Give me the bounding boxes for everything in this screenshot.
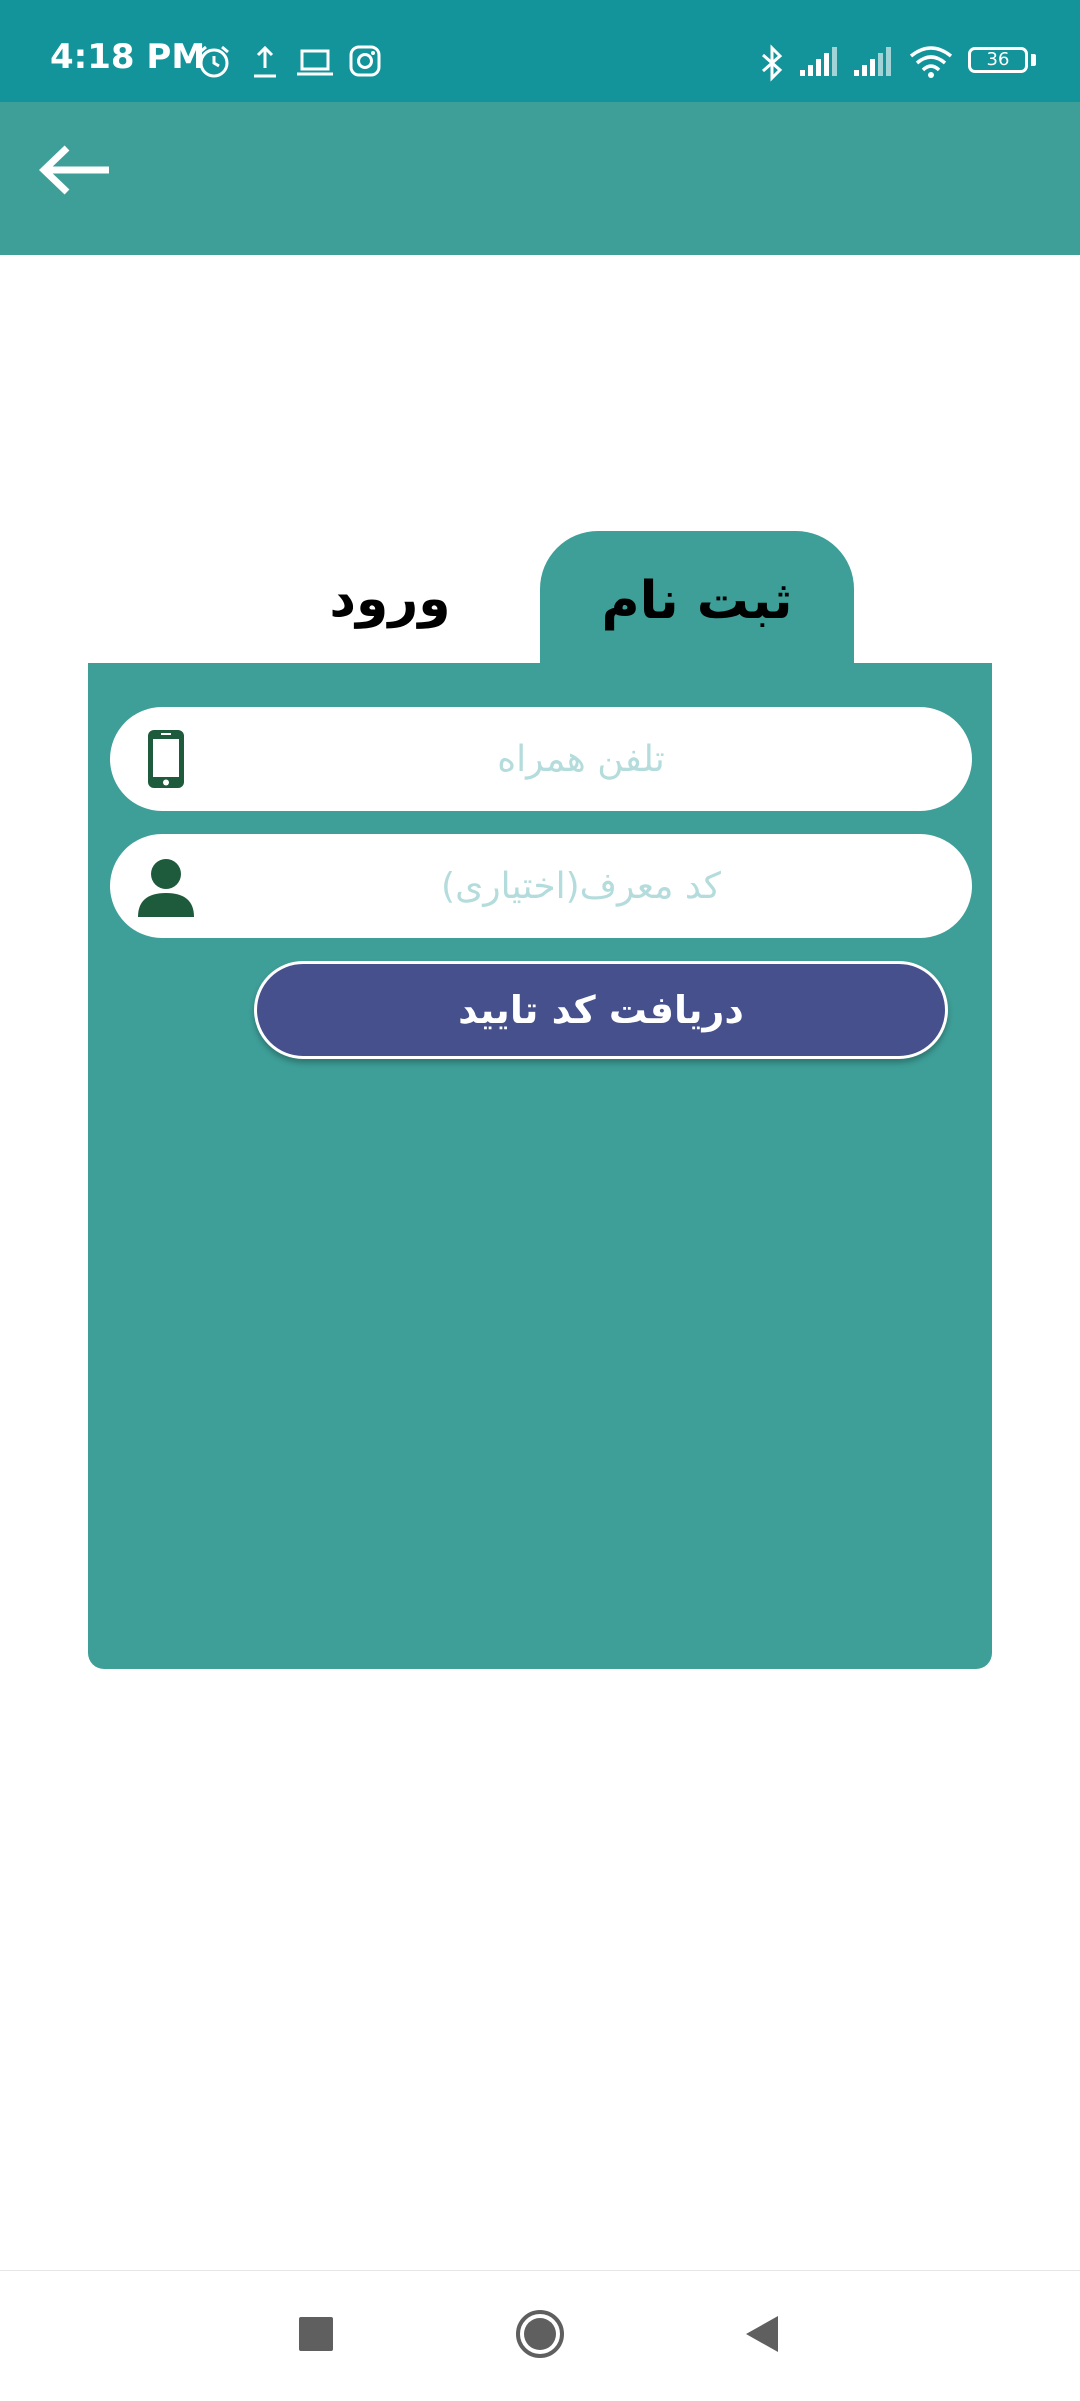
system-nav-bar — [0, 2270, 1080, 2401]
tab-register[interactable]: ثبت نام — [540, 531, 854, 671]
instagram-icon — [348, 44, 382, 82]
get-verification-code-button[interactable]: دریافت کد تایید — [254, 961, 948, 1059]
battery-icon: 36 — [968, 47, 1028, 73]
mobile-phone-icon — [132, 725, 200, 793]
submit-label: دریافت کد تایید — [458, 988, 744, 1032]
alarm-icon — [196, 44, 232, 84]
referral-field — [110, 834, 972, 938]
tab-register-label: ثبت نام — [601, 571, 793, 631]
status-bar: 4:18 PM 36 — [0, 0, 1080, 102]
back-button[interactable] — [30, 132, 120, 212]
recents-button[interactable] — [276, 2296, 356, 2376]
wifi-icon — [908, 44, 954, 84]
bluetooth-icon — [756, 44, 790, 86]
referral-code-input[interactable] — [230, 834, 932, 938]
recents-square-icon — [299, 2317, 333, 2355]
back-nav-button[interactable] — [722, 2296, 802, 2376]
phone-input[interactable] — [230, 707, 932, 811]
phone-field — [110, 707, 972, 811]
home-button[interactable] — [500, 2296, 580, 2376]
signal-icon — [798, 44, 840, 84]
status-time: 4:18 PM — [50, 37, 206, 77]
laptop-icon — [296, 44, 334, 84]
home-circle-icon — [514, 2308, 566, 2364]
back-triangle-icon — [744, 2314, 780, 2358]
register-card: دریافت کد تایید — [88, 663, 992, 1669]
tab-login[interactable]: ورود — [270, 531, 510, 666]
battery-level: 36 — [986, 49, 1010, 70]
tab-login-label: ورود — [329, 568, 451, 629]
arrow-left-icon — [38, 145, 111, 199]
battery-tip — [1031, 54, 1036, 66]
app-bar — [0, 102, 1080, 255]
signal-icon — [852, 44, 894, 84]
upload-icon — [250, 44, 280, 84]
user-icon — [132, 854, 200, 922]
